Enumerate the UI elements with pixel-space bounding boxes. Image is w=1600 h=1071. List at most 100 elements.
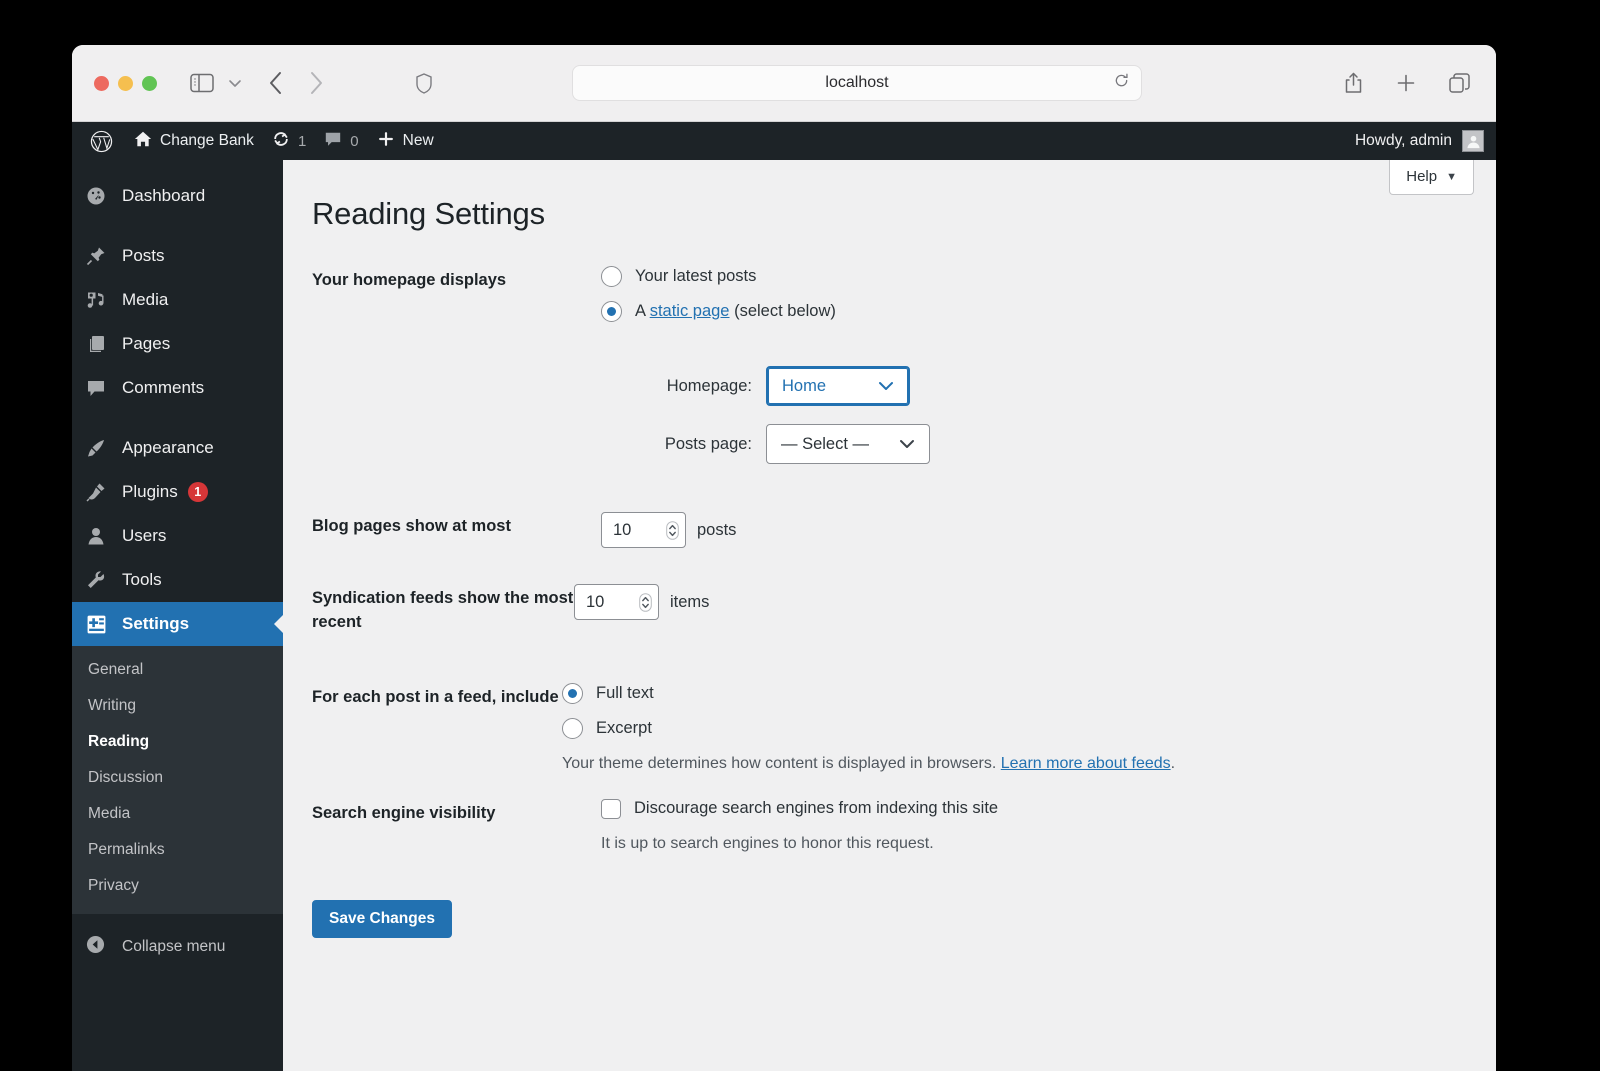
number-stepper[interactable] (666, 521, 679, 540)
number-stepper[interactable] (639, 593, 652, 612)
sidebar-item-label: Pages (116, 334, 170, 354)
option-label: Excerpt (596, 719, 652, 738)
sidebar-item-label: Settings (116, 614, 189, 634)
submenu-item-discussion[interactable]: Discussion (72, 760, 283, 796)
tab-overview-icon[interactable] (1449, 73, 1470, 94)
adminbar-new[interactable]: New (368, 122, 443, 160)
submenu-item-privacy[interactable]: Privacy (72, 868, 283, 904)
sidebar-item-label: Users (116, 526, 166, 546)
address-bar[interactable]: localhost (572, 65, 1142, 101)
postspage-select[interactable]: — Select — (766, 424, 930, 464)
row-label: For each post in a feed, include (312, 683, 562, 710)
browser-window: localhost (72, 45, 1496, 1071)
comment-bubble-icon (86, 378, 116, 398)
checkbox-discourage-search[interactable] (601, 799, 621, 819)
settings-submenu: General Writing Reading Discussion Media… (72, 646, 283, 914)
submenu-item-reading[interactable]: Reading (72, 724, 283, 760)
option-label: Full text (596, 684, 654, 703)
updates-icon (272, 130, 290, 153)
new-tab-icon[interactable] (1396, 73, 1416, 93)
sidebar-item-appearance[interactable]: Appearance (72, 426, 283, 470)
sidebar-item-media[interactable]: Media (72, 278, 283, 322)
window-controls (94, 76, 157, 91)
desc-suffix: . (1171, 755, 1175, 772)
radio-excerpt[interactable] (562, 718, 583, 739)
option-full-text[interactable]: Full text (562, 683, 1496, 704)
save-changes-row: Save Changes (312, 900, 1496, 938)
minimize-window-button[interactable] (118, 76, 133, 91)
new-label: New (403, 132, 434, 150)
radio-latest-posts[interactable] (601, 266, 622, 287)
homepage-select-value: Home (782, 377, 826, 396)
adminbar-updates[interactable]: 1 (263, 122, 315, 160)
submenu-item-permalinks[interactable]: Permalinks (72, 832, 283, 868)
wp-admin-bar: Change Bank 1 0 New Howdy, admin (72, 122, 1496, 160)
share-icon[interactable] (1344, 72, 1363, 94)
sidebar-item-comments[interactable]: Comments (72, 366, 283, 410)
blog-pages-input[interactable]: 10 (601, 512, 686, 548)
postspage-select-value: — Select — (781, 435, 869, 454)
sidebar-item-tools[interactable]: Tools (72, 558, 283, 602)
submenu-item-writing[interactable]: Writing (72, 688, 283, 724)
feed-include-description: Your theme determines how content is dis… (562, 755, 1496, 773)
adminbar-account[interactable]: Howdy, admin (1355, 130, 1484, 152)
sidebar-item-pages[interactable]: Pages (72, 322, 283, 366)
user-icon (86, 526, 116, 546)
adminbar-site-name[interactable]: Change Bank (125, 122, 263, 160)
sidebar-item-label: Dashboard (116, 186, 205, 206)
option-discourage-search[interactable]: Discourage search engines from indexing … (601, 799, 1496, 819)
chevron-down-icon (899, 437, 915, 452)
syndication-value: 10 (586, 593, 639, 612)
help-toggle-button[interactable]: Help ▼ (1389, 160, 1474, 195)
sidebar-toggle-icon[interactable] (190, 73, 214, 93)
static-prefix: A (635, 302, 650, 320)
collapse-arrow-icon (86, 935, 116, 959)
syndication-unit: items (670, 593, 709, 612)
postspage-select-label: Posts page: (601, 435, 766, 454)
wrench-icon (86, 570, 116, 590)
sidebar-item-plugins[interactable]: Plugins 1 (72, 470, 283, 514)
comment-bubble-icon (324, 130, 342, 153)
option-excerpt[interactable]: Excerpt (562, 718, 1496, 739)
row-label: Your homepage displays (312, 266, 601, 293)
forward-chevron-icon[interactable] (308, 70, 324, 96)
sidebar-item-users[interactable]: Users (72, 514, 283, 558)
syndication-input[interactable]: 10 (574, 584, 659, 620)
maximize-window-button[interactable] (142, 76, 157, 91)
reading-settings-form: Your homepage displays Your latest posts… (312, 266, 1496, 938)
close-window-button[interactable] (94, 76, 109, 91)
radio-full-text[interactable] (562, 683, 583, 704)
dashboard-icon (86, 186, 116, 206)
row-search-visibility: Search engine visibility Discourage sear… (312, 799, 1496, 853)
row-label: Search engine visibility (312, 799, 601, 826)
sidebar-item-dashboard[interactable]: Dashboard (72, 174, 283, 218)
homepage-select[interactable]: Home (766, 366, 910, 406)
site-name-label: Change Bank (160, 132, 254, 150)
option-label: Your latest posts (635, 267, 756, 286)
url-text: localhost (825, 74, 888, 92)
adminbar-comments[interactable]: 0 (315, 122, 367, 160)
save-changes-button[interactable]: Save Changes (312, 900, 452, 938)
comments-count: 0 (350, 133, 358, 150)
chevron-down-icon[interactable] (228, 78, 242, 88)
wordpress-logo-icon[interactable] (86, 122, 125, 160)
row-label: Syndication feeds show the most recent (312, 584, 574, 635)
collapse-menu-button[interactable]: Collapse menu (72, 924, 283, 970)
sidebar-item-label: Comments (116, 378, 204, 398)
menu-separator (72, 410, 283, 426)
static-suffix: (select below) (730, 302, 836, 320)
back-chevron-icon[interactable] (268, 70, 284, 96)
option-latest-posts[interactable]: Your latest posts (601, 266, 1496, 287)
learn-more-feeds-link[interactable]: Learn more about feeds (1001, 755, 1171, 772)
option-static-page[interactable]: A static page (select below) (601, 301, 1496, 322)
privacy-shield-icon[interactable] (416, 73, 432, 94)
submenu-item-general[interactable]: General (72, 652, 283, 688)
reload-icon[interactable] (1114, 73, 1129, 93)
avatar (1462, 130, 1484, 152)
radio-static-page[interactable] (601, 301, 622, 322)
submenu-item-media[interactable]: Media (72, 796, 283, 832)
row-homepage-displays: Your homepage displays Your latest posts… (312, 266, 1496, 464)
sidebar-item-settings[interactable]: Settings (72, 602, 283, 646)
static-page-link[interactable]: static page (650, 302, 730, 320)
sidebar-item-posts[interactable]: Posts (72, 234, 283, 278)
